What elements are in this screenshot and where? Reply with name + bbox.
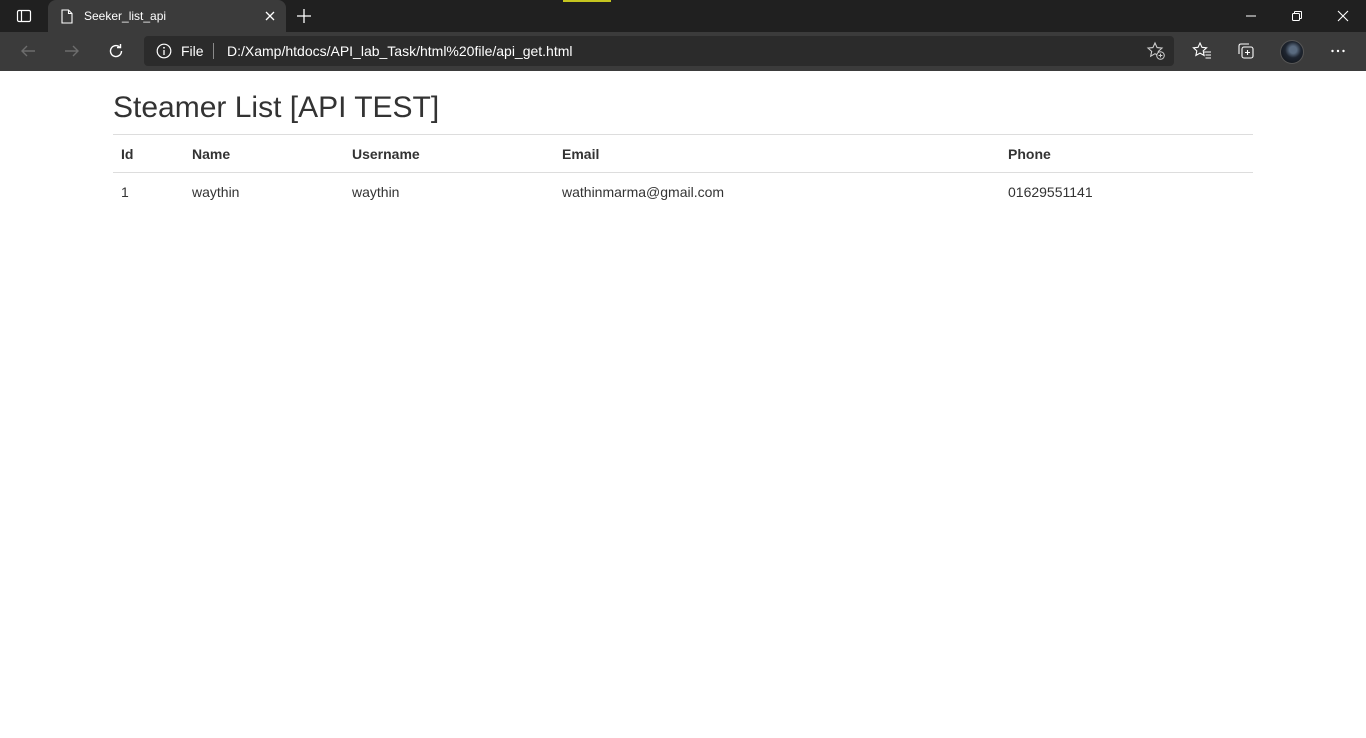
table-header-row: Id Name Username Email Phone [113, 134, 1253, 173]
tab-active[interactable]: Seeker_list_api [48, 0, 286, 32]
column-header-email: Email [554, 134, 1000, 173]
page-icon [59, 8, 75, 24]
scheme-label: File [181, 43, 204, 59]
info-icon[interactable] [156, 43, 172, 59]
star-plus-icon[interactable] [1146, 41, 1166, 61]
tab-actions-icon[interactable] [8, 4, 40, 28]
minimize-icon[interactable] [1228, 0, 1274, 32]
collections-icon[interactable] [1231, 36, 1261, 66]
page-title: Steamer List [API TEST] [113, 91, 440, 124]
column-header-name: Name [184, 134, 344, 173]
arrow-left-icon[interactable] [12, 36, 44, 66]
plus-icon[interactable] [292, 4, 316, 28]
column-header-username: Username [344, 134, 554, 173]
user-table: Id Name Username Email Phone 1 waythin w… [113, 134, 1253, 210]
address-bar[interactable]: File D:/Xamp/htdocs/API_lab_Task/html%20… [144, 36, 1174, 66]
column-header-phone: Phone [1000, 134, 1253, 173]
url-text[interactable]: D:/Xamp/htdocs/API_lab_Task/html%20file/… [227, 43, 573, 59]
address-bar-divider [213, 43, 214, 59]
avatar[interactable] [1280, 40, 1304, 64]
tab-title: Seeker_list_api [84, 9, 167, 23]
title-bar-accent [563, 0, 611, 2]
close-window-icon[interactable] [1320, 0, 1366, 32]
page-content: Steamer List [API TEST] Id Name Username… [113, 71, 1253, 210]
cell-name: waythin [192, 184, 240, 200]
favorites-icon[interactable] [1187, 36, 1217, 66]
refresh-icon[interactable] [100, 36, 132, 66]
cell-email: wathinmarma@gmail.com [562, 184, 725, 200]
close-icon[interactable] [262, 8, 278, 24]
browser-toolbar: File D:/Xamp/htdocs/API_lab_Task/html%20… [0, 32, 1366, 71]
restore-icon[interactable] [1274, 0, 1320, 32]
cell-id: 1 [121, 184, 129, 200]
cell-phone: 01629551141 [1008, 184, 1093, 200]
title-bar: Seeker_list_api [0, 0, 1366, 32]
cell-username: waythin [352, 184, 400, 200]
more-icon[interactable] [1323, 36, 1353, 66]
table-row: 1 waythin waythin wathinmarma@gmail.com … [113, 173, 1253, 211]
arrow-right-icon[interactable] [56, 36, 88, 66]
column-header-id: Id [113, 134, 184, 173]
